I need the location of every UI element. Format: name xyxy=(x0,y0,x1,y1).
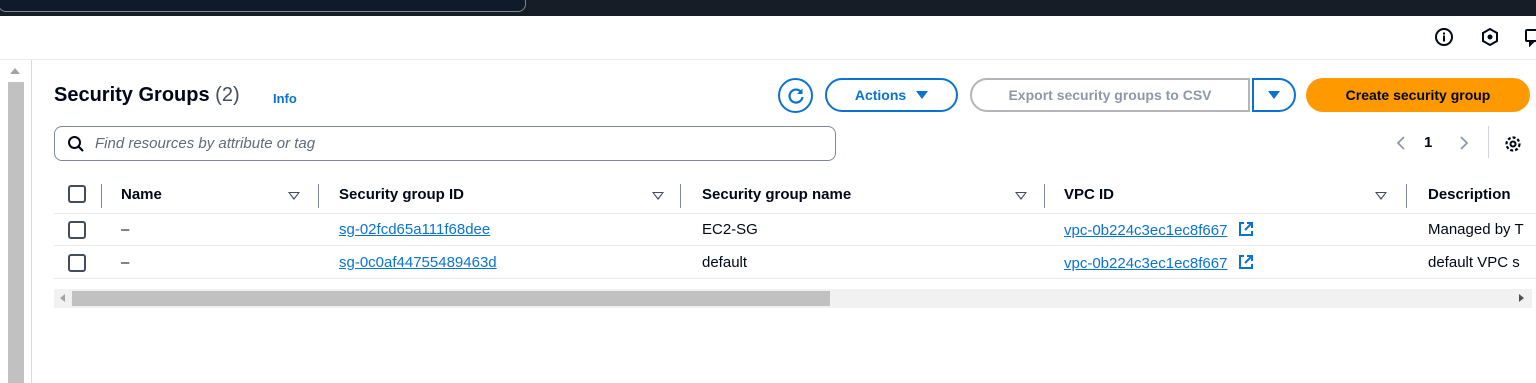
cell-description: default VPC s xyxy=(1428,254,1520,271)
cell-security-group-name: EC2-SG xyxy=(702,221,758,238)
security-group-id-link[interactable]: sg-02fcd65a111f68dee xyxy=(339,221,490,238)
export-csv-button[interactable]: Export security groups to CSV xyxy=(970,78,1250,112)
caret-down-icon xyxy=(916,91,929,99)
caret-down-icon xyxy=(1268,91,1280,99)
next-page-button[interactable] xyxy=(1455,131,1473,155)
feedback-icon[interactable] xyxy=(1522,26,1536,48)
chevron-right-icon xyxy=(1460,136,1469,150)
scroll-right-arrow-icon[interactable] xyxy=(1519,294,1524,302)
security-group-id-link[interactable]: sg-0c0af44755489463d xyxy=(339,254,497,271)
vpc-id-link[interactable]: vpc-0b224c3ec1ec8f667 xyxy=(1064,255,1227,272)
pagination-divider xyxy=(1488,126,1489,158)
column-header-description[interactable]: Description xyxy=(1428,186,1511,203)
create-security-group-button[interactable]: Create security group xyxy=(1306,78,1530,112)
search-input[interactable] xyxy=(95,135,795,152)
table-preferences-button[interactable] xyxy=(1502,133,1524,155)
current-page-number[interactable]: 1 xyxy=(1424,134,1432,151)
info-link[interactable]: Info xyxy=(273,91,297,106)
column-divider[interactable] xyxy=(680,184,681,208)
cell-description: Managed by T xyxy=(1428,221,1524,238)
global-search-box[interactable] xyxy=(0,0,526,12)
console-top-bar xyxy=(0,0,1536,16)
column-divider[interactable] xyxy=(101,184,102,208)
select-all-checkbox[interactable] xyxy=(68,185,86,203)
page-title-text: Security Groups xyxy=(54,84,210,106)
row-checkbox[interactable] xyxy=(68,221,86,239)
vertical-scrollbar[interactable] xyxy=(0,60,32,383)
gear-icon xyxy=(1505,136,1521,152)
column-header-security-group-name[interactable]: Security group name xyxy=(702,186,851,203)
scrollbar-thumb[interactable] xyxy=(8,82,24,383)
search-icon xyxy=(68,135,84,152)
sort-caret-icon[interactable] xyxy=(288,192,300,200)
cell-vpc-id: vpc-0b224c3ec1ec8f667 xyxy=(1064,221,1254,239)
refresh-button[interactable] xyxy=(778,78,813,113)
export-options-dropdown[interactable] xyxy=(1252,78,1296,112)
actions-label: Actions xyxy=(854,87,907,103)
external-link-icon[interactable] xyxy=(1238,254,1254,270)
table-row[interactable]: – sg-0c0af44755489463d default vpc-0b224… xyxy=(54,247,1536,279)
table-row[interactable]: – sg-02fcd65a111f68dee EC2-SG vpc-0b224c… xyxy=(54,214,1536,246)
column-header-name[interactable]: Name xyxy=(121,186,162,203)
chevron-left-icon xyxy=(1396,136,1405,150)
page-title: Security Groups (2) xyxy=(54,84,240,107)
row-checkbox[interactable] xyxy=(68,254,86,272)
utility-bar xyxy=(0,16,1536,60)
refresh-icon xyxy=(787,87,804,104)
cell-security-group-name: default xyxy=(702,254,748,271)
vpc-id-link[interactable]: vpc-0b224c3ec1ec8f667 xyxy=(1064,222,1227,239)
horizontal-scrollbar-thumb[interactable] xyxy=(72,291,830,306)
actions-dropdown-button[interactable]: Actions xyxy=(825,78,958,112)
scroll-left-arrow-icon[interactable] xyxy=(60,294,65,302)
column-divider[interactable] xyxy=(1044,184,1045,208)
cell-name: – xyxy=(121,254,130,271)
external-link-icon[interactable] xyxy=(1238,221,1254,237)
column-header-vpc-id[interactable]: VPC ID xyxy=(1064,186,1114,203)
sort-caret-icon[interactable] xyxy=(1375,192,1387,200)
info-circle-icon[interactable] xyxy=(1433,26,1455,48)
sort-caret-icon[interactable] xyxy=(1015,192,1027,200)
previous-page-button[interactable] xyxy=(1392,131,1410,155)
column-header-security-group-id[interactable]: Security group ID xyxy=(339,186,464,203)
export-label: Export security groups to CSV xyxy=(1008,87,1212,103)
create-label: Create security group xyxy=(1345,87,1491,103)
scroll-up-arrow-icon[interactable] xyxy=(10,68,20,74)
column-divider[interactable] xyxy=(318,184,319,208)
settings-hexagon-icon[interactable] xyxy=(1479,26,1501,48)
horizontal-scrollbar[interactable] xyxy=(54,289,1532,308)
cell-vpc-id: vpc-0b224c3ec1ec8f667 xyxy=(1064,254,1254,272)
column-divider[interactable] xyxy=(1406,184,1407,208)
resource-count: (2) xyxy=(215,84,240,106)
sort-caret-icon[interactable] xyxy=(652,192,664,200)
search-box[interactable] xyxy=(54,126,836,161)
table-header-row: Name Security group ID Security group na… xyxy=(54,176,1536,214)
cell-name: – xyxy=(121,221,130,238)
